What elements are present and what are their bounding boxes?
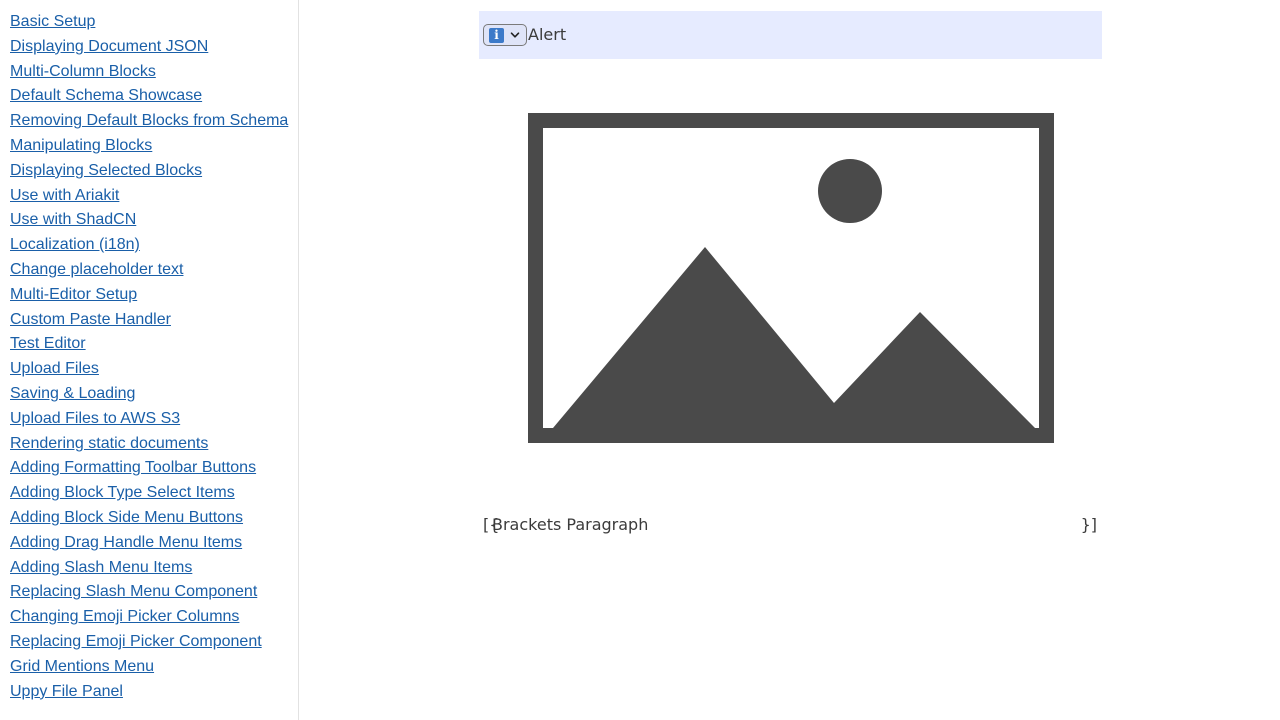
sidebar-link[interactable]: Removing Default Blocks from Schema <box>10 111 298 136</box>
sidebar-link[interactable]: Change placeholder text <box>10 260 298 285</box>
sidebar-link[interactable]: Adding Block Side Menu Buttons <box>10 508 298 533</box>
sidebar-link[interactable]: Use with ShadCN <box>10 210 298 235</box>
sidebar-link[interactable]: Use with Ariakit <box>10 186 298 211</box>
sidebar-link[interactable]: Adding Block Type Select Items <box>10 483 298 508</box>
sidebar-link[interactable]: Adding Drag Handle Menu Items <box>10 533 298 558</box>
close-brackets: }] <box>1080 515 1097 534</box>
sidebar-link[interactable]: Test Editor <box>10 334 298 359</box>
alert-block[interactable]: i Alert <box>479 11 1102 59</box>
brackets-paragraph-text[interactable]: Brackets Paragraph <box>492 515 648 535</box>
sidebar-link[interactable]: Basic Setup <box>10 12 298 37</box>
sidebar-link[interactable]: Grid Mentions Menu <box>10 657 298 682</box>
sidebar-link[interactable]: Replacing Slash Menu Component <box>10 582 298 607</box>
brackets-paragraph-block[interactable]: [{ Brackets Paragraph }] <box>479 514 1102 542</box>
alert-type-select[interactable]: i <box>483 24 527 46</box>
sidebar-link[interactable]: Manipulating Blocks <box>10 136 298 161</box>
sidebar-link[interactable]: Multi-Editor Setup <box>10 285 298 310</box>
editor[interactable]: i Alert [{ Brackets Paragraph }] <box>479 11 1102 542</box>
sidebar-link[interactable]: Rendering static documents <box>10 434 298 459</box>
sidebar-link[interactable]: Displaying Document JSON <box>10 37 298 62</box>
sidebar-link[interactable]: Default Schema Showcase <box>10 86 298 111</box>
app-root: Basic Setup Displaying Document JSON Multi… <box>0 0 1280 720</box>
sidebar-link[interactable]: Localization (i18n) <box>10 235 298 260</box>
sidebar-link[interactable]: Adding Slash Menu Items <box>10 558 298 583</box>
sidebar-link[interactable]: Changing Emoji Picker Columns <box>10 607 298 632</box>
sidebar-link[interactable]: Upload Files to AWS S3 <box>10 409 298 434</box>
alert-text[interactable]: Alert <box>528 25 566 45</box>
sidebar-link[interactable]: Multi-Column Blocks <box>10 62 298 87</box>
sidebar-link[interactable]: Custom Paste Handler <box>10 310 298 335</box>
sidebar-link[interactable]: Saving & Loading <box>10 384 298 409</box>
image-placeholder-icon[interactable] <box>528 113 1054 443</box>
info-icon: i <box>489 27 504 43</box>
sidebar-link[interactable]: Displaying Selected Blocks <box>10 161 298 186</box>
chevron-down-icon <box>510 32 520 38</box>
image-block[interactable] <box>479 59 1102 514</box>
sidebar-link[interactable]: Adding Formatting Toolbar Buttons <box>10 458 298 483</box>
sidebar-link[interactable]: Replacing Emoji Picker Component <box>10 632 298 657</box>
sidebar-link[interactable]: Uppy File Panel <box>10 682 298 707</box>
sidebar-nav: Basic Setup Displaying Document JSON Multi… <box>0 0 299 720</box>
sidebar-link[interactable]: Upload Files <box>10 359 298 384</box>
